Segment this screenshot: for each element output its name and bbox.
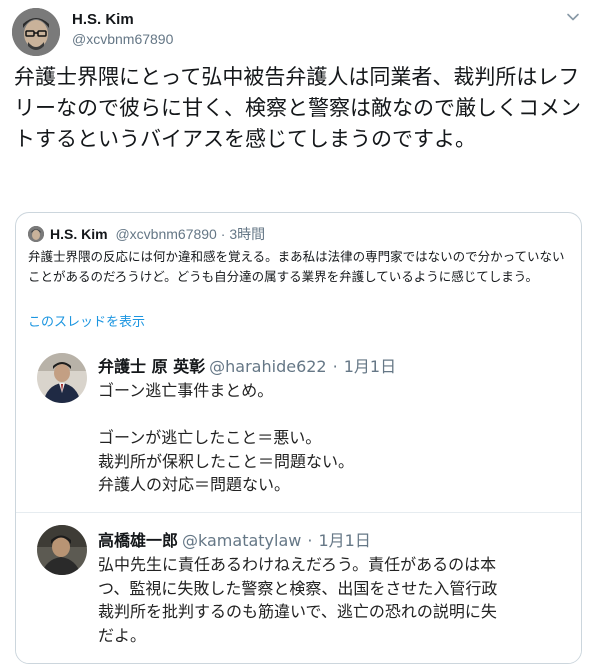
screenshot-text-line: 裁判所を批判するのも筋違いで、逃亡の恐れの説明に失 (98, 602, 497, 621)
screenshot-author-handle: @kamatatylaw (182, 531, 302, 550)
screenshot-post-body: 弘中先生に責任あるわけねえだろう。責任があるのは本 つ、監視に失敗した警察と検察… (98, 553, 581, 647)
separator-dot: · (220, 226, 226, 242)
screenshot-text-line: 弁護人の対応＝問題ない。 (98, 475, 291, 494)
screenshot-author-avatar (37, 353, 87, 403)
screenshot-author-name: 弁護士 原 英彰 (98, 357, 206, 376)
screenshot-text-line: 弘中先生に責任あるわけねえだろう。責任があるのは本 (98, 555, 497, 574)
author-name[interactable]: H.S. Kim (72, 11, 134, 28)
separator-dot: · (307, 531, 313, 550)
author-handle[interactable]: @xcvbnm67890 (72, 31, 173, 47)
quoted-tweet-header: H.S. Kim @xcvbnm67890 · 3時間 (28, 224, 265, 242)
quoted-author-name: H.S. Kim (50, 226, 108, 242)
screenshot-post-header: 高橋雄一郎 @kamatatylaw · 1月1日 (98, 527, 371, 551)
tweet-text: 弁護士界隈にとって弘中被告弁護人は同業者、裁判所はレフリーなので彼らに甘く、検察… (14, 65, 581, 151)
screenshot-post: 弁護士 原 英彰 @harahide622 · 1月1日 ゴーン逃亡事件まとめ。 ゴー… (16, 343, 581, 513)
quoted-tweet-text: 弁護士界隈の反応には何か違和感を覚える。まあ私は法律の専門家ではないので分かって… (28, 249, 565, 284)
screenshot-timestamp: 1月1日 (318, 531, 371, 550)
quoted-author-handle: @xcvbnm67890 (115, 226, 217, 242)
screenshot-text-line (98, 403, 581, 427)
chevron-down-icon[interactable] (566, 10, 580, 24)
screenshot-text-line: だよ。 (98, 625, 147, 645)
avatar-illustration (12, 8, 60, 56)
show-thread-link[interactable]: このスレッドを表示 (28, 311, 145, 330)
screenshot-author-avatar (37, 525, 87, 575)
screenshot-text-line: つ、監視に失敗した警察と検察、出国をさせた入管行政 (98, 578, 498, 598)
screenshot-text-line: ゴーンが逃亡したこと＝悪い。 (98, 428, 322, 447)
quoted-author-avatar (28, 226, 44, 242)
quoted-tweet-card[interactable]: H.S. Kim @xcvbnm67890 · 3時間 弁護士界隈の反応には何か… (15, 212, 582, 664)
screenshot-text-line: ゴーン逃亡事件まとめ。 (98, 381, 274, 400)
screenshot-post: 高橋雄一郎 @kamatatylaw · 1月1日 弘中先生に責任あるわけねえだろう。… (16, 513, 581, 663)
screenshot-post-body: ゴーン逃亡事件まとめ。 ゴーンが逃亡したこと＝悪い。 裁判所が保釈したこと＝問題… (98, 379, 581, 497)
screenshot-post-header: 弁護士 原 英彰 @harahide622 · 1月1日 (98, 353, 396, 377)
embedded-screenshot[interactable]: 弁護士 原 英彰 @harahide622 · 1月1日 ゴーン逃亡事件まとめ。 ゴー… (16, 343, 581, 663)
screenshot-author-handle: @harahide622 (209, 357, 327, 376)
screenshot-timestamp: 1月1日 (343, 357, 397, 376)
separator-dot: · (332, 357, 338, 376)
screenshot-text-line: 裁判所が保釈したこと＝問題ない。 (98, 451, 355, 471)
quoted-timestamp: 3時間 (229, 226, 266, 242)
author-avatar[interactable] (12, 8, 60, 56)
screenshot-author-name: 高橋雄一郎 (98, 531, 179, 550)
